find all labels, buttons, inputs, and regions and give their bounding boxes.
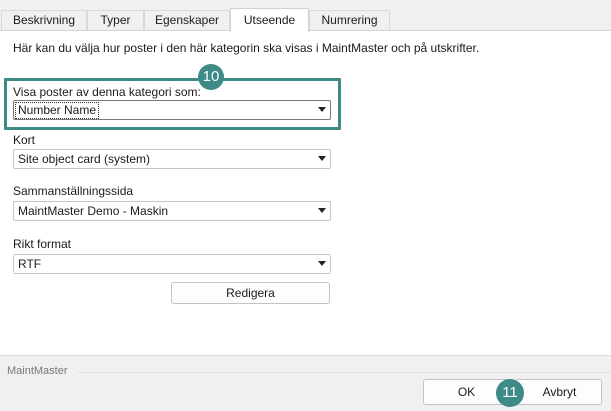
rich-format-value: RTF <box>18 257 42 271</box>
card-value: Site object card (system) <box>18 152 151 166</box>
rich-format-label: Rikt format <box>13 237 72 251</box>
display-as-dropdown[interactable]: Number Name <box>13 100 331 120</box>
callout-badge-10: 10 <box>198 64 224 90</box>
chevron-down-icon <box>318 156 326 161</box>
tab-utseende[interactable]: Utseende <box>230 8 309 32</box>
tab-egenskaper[interactable]: Egenskaper <box>144 10 230 30</box>
card-dropdown[interactable]: Site object card (system) <box>13 149 331 169</box>
display-as-label: Visa poster av denna kategori som: <box>13 85 201 99</box>
page-description: Här kan du välja hur poster i den här ka… <box>13 41 480 55</box>
chevron-down-icon <box>318 107 326 112</box>
summary-page-label: Sammanställningssida <box>13 184 134 198</box>
callout-badge-11: 11 <box>496 379 524 407</box>
summary-page-dropdown[interactable]: MaintMaster Demo - Maskin <box>13 201 331 221</box>
tab-bar: Beskrivning Typer Egenskaper Utseende Nu… <box>0 0 611 32</box>
display-as-value: Number Name <box>14 102 100 119</box>
cancel-button[interactable]: Avbryt <box>515 379 602 405</box>
brand-label: MaintMaster <box>7 365 68 377</box>
tab-typer[interactable]: Typer <box>87 10 144 30</box>
edit-button[interactable]: Redigera <box>171 282 330 304</box>
chevron-down-icon <box>318 208 326 213</box>
summary-page-value: MaintMaster Demo - Maskin <box>18 204 169 218</box>
footer-divider <box>77 372 611 373</box>
tab-numrering[interactable]: Numrering <box>309 10 390 30</box>
card-label: Kort <box>13 133 36 147</box>
rich-format-dropdown[interactable]: RTF <box>13 254 331 274</box>
tab-beskrivning[interactable]: Beskrivning <box>1 10 87 30</box>
chevron-down-icon <box>318 261 326 266</box>
